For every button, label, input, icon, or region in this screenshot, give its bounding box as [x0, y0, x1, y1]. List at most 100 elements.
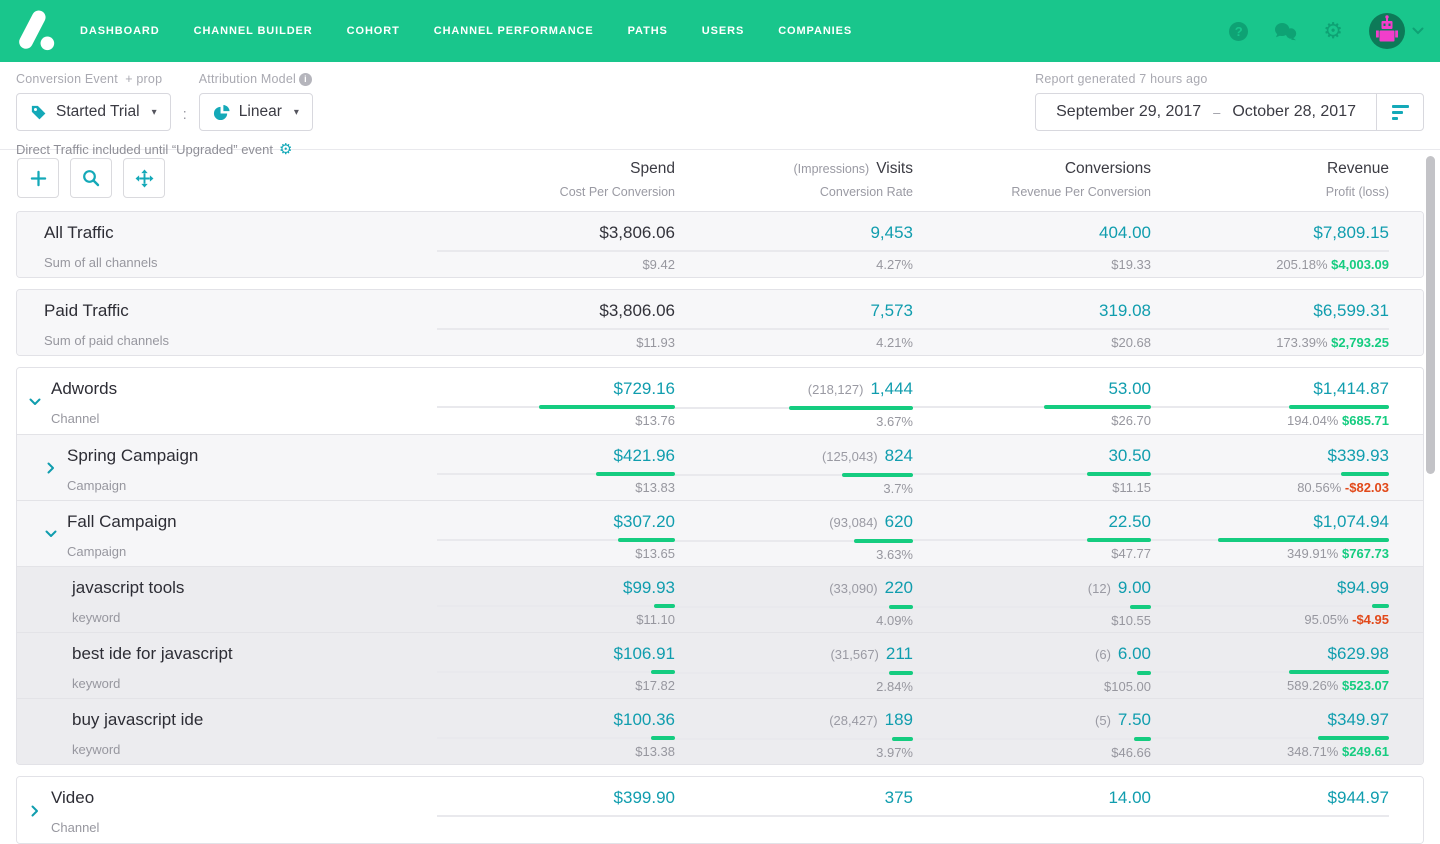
gear-icon[interactable]: ⚙: [1323, 20, 1343, 42]
header-conversions[interactable]: Conversions Revenue Per Conversion: [913, 160, 1151, 199]
chevron-down-icon[interactable]: [28, 395, 42, 409]
cell-main-value[interactable]: $944.97: [1328, 788, 1389, 808]
cell-main-value[interactable]: 14.00: [1108, 788, 1151, 808]
info-icon[interactable]: i: [299, 73, 312, 86]
cell-main-value[interactable]: $349.97: [1328, 710, 1389, 730]
table-row-paid-traffic[interactable]: Paid Traffic Sum of paid channels $3,806…: [17, 290, 1423, 355]
add-button[interactable]: [17, 158, 59, 198]
cell-main-value[interactable]: 189: [885, 710, 913, 730]
data-cell: $3,806.06 $9.42: [437, 223, 675, 277]
cell-sub-value: $105.00: [913, 679, 1151, 694]
nav-item-channel-performance[interactable]: CHANNEL PERFORMANCE: [434, 25, 594, 37]
cell-main-value[interactable]: 9,453: [870, 223, 913, 243]
nav-item-users[interactable]: USERS: [702, 25, 744, 37]
date-range[interactable]: September 29, 2017 – October 28, 2017: [1036, 94, 1376, 130]
chevron-right-icon[interactable]: [44, 461, 58, 475]
chevron-down-icon[interactable]: [44, 527, 58, 541]
data-cell: $1,414.87 194.04% $685.71: [1151, 379, 1389, 434]
cell-main-value[interactable]: 9.00: [1118, 578, 1151, 598]
nav-item-channel-builder[interactable]: CHANNEL BUILDER: [194, 25, 313, 37]
cell-main-value[interactable]: $339.93: [1328, 446, 1389, 466]
nav-item-companies[interactable]: COMPANIES: [778, 25, 852, 37]
header-revenue[interactable]: Revenue Profit (loss): [1151, 160, 1389, 199]
table-row-buy-javascript-ide[interactable]: buy javascript ide keyword $100.36 $13.3…: [17, 698, 1423, 764]
cell-main-value[interactable]: 375: [885, 788, 913, 808]
cell-main-value[interactable]: 53.00: [1108, 379, 1151, 399]
channel-performance-table: Spend Cost Per Conversion (Impressions)V…: [0, 150, 1440, 844]
cell-sub-value: $13.38: [437, 744, 675, 759]
cell-main-value[interactable]: 22.50: [1108, 512, 1151, 532]
cell-main-value[interactable]: $6,599.31: [1313, 301, 1389, 321]
cell-main-value[interactable]: $99.93: [623, 578, 675, 598]
cell-main-value[interactable]: 1,444: [870, 379, 913, 399]
cell-main-value[interactable]: 220: [885, 578, 913, 598]
cell-main-value[interactable]: 824: [885, 446, 913, 466]
table-row-fall-campaign[interactable]: Fall Campaign Campaign $307.20 $13.65 (9…: [17, 500, 1423, 566]
data-cell: $7,809.15 205.18% $4,003.09: [1151, 223, 1389, 277]
cell-main-value[interactable]: 620: [885, 512, 913, 532]
cell-main-value[interactable]: 7,573: [870, 301, 913, 321]
cell-main-value[interactable]: 30.50: [1108, 446, 1151, 466]
cell-main-value[interactable]: 319.08: [1099, 301, 1151, 321]
cell-main-value[interactable]: 404.00: [1099, 223, 1151, 243]
share-bar: [651, 736, 675, 740]
cell-main-value[interactable]: $421.96: [614, 446, 675, 466]
value-divider: [675, 474, 913, 476]
tag-icon: [30, 104, 47, 121]
cell-main-value[interactable]: $629.98: [1328, 644, 1389, 664]
chat-icon[interactable]: [1274, 22, 1297, 41]
data-cell: 53.00 $26.70: [913, 379, 1151, 434]
table-row-video[interactable]: Video Channel $399.90 375 14.00 $944.97: [17, 777, 1423, 843]
count-prefix: (28,427): [829, 711, 877, 731]
cell-sub-value: $9.42: [437, 257, 675, 272]
attribution-model-dropdown[interactable]: Linear ▾: [199, 93, 313, 131]
table-row-javascript-tools[interactable]: javascript tools keyword $99.93 $11.10 (…: [17, 566, 1423, 632]
header-spend[interactable]: Spend Cost Per Conversion: [437, 160, 675, 199]
row-type: Sum of paid channels: [44, 333, 169, 348]
scrollbar-thumb[interactable]: [1426, 156, 1435, 474]
conversion-event-dropdown[interactable]: Started Trial ▾: [16, 93, 171, 131]
cell-main-value[interactable]: $94.99: [1337, 578, 1389, 598]
cell-main-value[interactable]: $1,074.94: [1313, 512, 1389, 532]
app-logo-icon[interactable]: [16, 9, 56, 53]
cell-main-value[interactable]: $399.90: [614, 788, 675, 808]
row-label-text: Fall Campaign Campaign: [67, 512, 177, 566]
data-cell: $349.97 348.71% $249.61: [1151, 710, 1389, 764]
cell-main-value[interactable]: $100.36: [614, 710, 675, 730]
header-visits[interactable]: (Impressions)Visits Conversion Rate: [675, 160, 913, 199]
cell-main-value[interactable]: 211: [886, 644, 913, 664]
cell-main-value[interactable]: $7,809.15: [1313, 223, 1389, 243]
value-divider: [437, 406, 675, 408]
move-button[interactable]: [123, 158, 165, 198]
account-menu[interactable]: [1369, 13, 1424, 49]
data-cell: 7,573 4.21%: [675, 301, 913, 355]
data-cell: 319.08 $20.68: [913, 301, 1151, 355]
add-prop-link[interactable]: + prop: [125, 72, 162, 86]
table-row-all-traffic[interactable]: All Traffic Sum of all channels $3,806.0…: [17, 212, 1423, 277]
cell-main-value[interactable]: 7.50: [1118, 710, 1151, 730]
profit-amount: $685.71: [1342, 413, 1389, 428]
cell-main-value[interactable]: $1,414.87: [1313, 379, 1389, 399]
nav-item-dashboard[interactable]: DASHBOARD: [80, 25, 160, 37]
filter-options-button[interactable]: [1376, 94, 1423, 130]
cell-main-value[interactable]: $307.20: [614, 512, 675, 532]
data-cell: (33,090)220 4.09%: [675, 578, 913, 632]
chevron-right-icon[interactable]: [28, 804, 42, 818]
cell-sub-value: [675, 822, 913, 837]
nav-item-cohort[interactable]: COHORT: [347, 25, 400, 37]
value-divider: [913, 406, 1151, 408]
table-row-adwords[interactable]: Adwords Channel $729.16 $13.76 (218,127)…: [17, 368, 1423, 434]
share-bar: [889, 671, 913, 675]
cell-main-value[interactable]: 6.00: [1118, 644, 1151, 664]
cell-main-value[interactable]: $106.91: [614, 644, 675, 664]
profit-amount: -$82.03: [1345, 480, 1389, 495]
nav-item-paths[interactable]: PATHS: [628, 25, 668, 37]
table-row-best-ide-for-javascript[interactable]: best ide for javascript keyword $106.91 …: [17, 632, 1423, 698]
table-row-spring-campaign[interactable]: Spring Campaign Campaign $421.96 $13.83 …: [17, 434, 1423, 500]
row-name: javascript tools: [72, 578, 184, 598]
help-icon[interactable]: ?: [1229, 22, 1248, 41]
profit-percent: 349.91%: [1287, 546, 1338, 561]
search-button[interactable]: [70, 158, 112, 198]
settings-gear-icon[interactable]: ⚙: [279, 140, 292, 158]
cell-main-value[interactable]: $729.16: [614, 379, 675, 399]
